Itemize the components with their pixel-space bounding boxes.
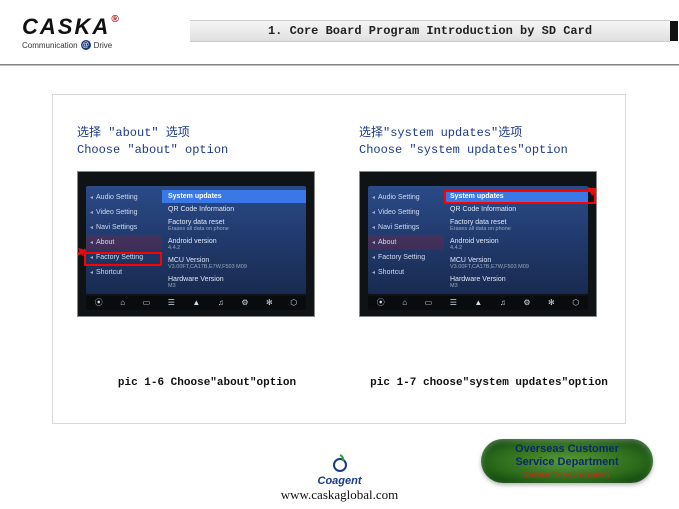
- tagline-left: Communication: [22, 41, 78, 50]
- sidebar-item: About: [86, 235, 162, 250]
- instr-en: Choose "system updates"option: [359, 142, 619, 159]
- screenshot-left: Audio SettingVideo SettingNavi SettingsA…: [77, 171, 315, 317]
- dock-icon: ♫: [500, 298, 506, 307]
- header: CASKA® Communication @ Drive 1. Core Boa…: [0, 0, 679, 54]
- device-main: System updatesQR Code InformationFactory…: [444, 186, 588, 294]
- device-main: System updatesQR Code InformationFactory…: [162, 186, 306, 294]
- caption-right: pic 1-7 choose"system updates"option: [359, 377, 619, 389]
- badge-line1a: Overseas Customer: [515, 443, 619, 455]
- sidebar-item: Factory Setting: [86, 250, 162, 265]
- page-title: 1. Core Board Program Introduction by SD…: [190, 20, 670, 42]
- sidebar-item: Video Setting: [86, 205, 162, 220]
- dock-icon: ▲: [474, 298, 482, 307]
- dock-icon: ⦿: [95, 297, 103, 308]
- sidebar-item: About: [368, 235, 444, 250]
- sidebar-item: Factory Setting: [368, 250, 444, 265]
- logo-reg: ®: [111, 14, 120, 25]
- main-item: System updates: [444, 190, 588, 203]
- logo-tagline: Communication @ Drive: [22, 40, 112, 50]
- dock-icon: ⌂: [120, 298, 125, 307]
- main-item: MCU VersionV3.00FT,CA17B,E7W,F503 M09: [162, 254, 306, 273]
- dock-icon: ⦿: [377, 297, 385, 308]
- dock-icon: ▭: [143, 298, 151, 307]
- dock-icon: ⚙: [241, 298, 248, 307]
- device-dock: ⦿ ⌂ ▭ ☰ ▲ ♫ ⚙ ✻ ⬡: [86, 296, 306, 310]
- main-item: Hardware VersionM3: [162, 273, 306, 292]
- footer: Coagent www.caskaglobal.com Overseas Cus…: [0, 435, 679, 509]
- header-divider: [0, 64, 679, 66]
- main-item: Factory data resetErases all data on pho…: [444, 216, 588, 235]
- logo: CASKA® Communication @ Drive: [22, 14, 121, 50]
- badge-line2: Service for you sincerely: [523, 470, 610, 479]
- dock-icon: ⌂: [402, 298, 407, 307]
- device-dock: ⦿ ⌂ ▭ ☰ ▲ ♫ ⚙ ✻ ⬡: [368, 296, 588, 310]
- main-item: Android version4.4.2: [162, 235, 306, 254]
- main-item: QR Code Information: [444, 203, 588, 216]
- sidebar-item: Audio Setting: [368, 190, 444, 205]
- screen-inner: Audio SettingVideo SettingNavi SettingsA…: [86, 186, 306, 294]
- instr-en: Choose "about" option: [77, 142, 337, 159]
- coagent-logo: Coagent: [318, 453, 362, 487]
- sidebar-item: Video Setting: [368, 205, 444, 220]
- dock-icon: ⚙: [523, 298, 530, 307]
- dock-icon: ▲: [192, 298, 200, 307]
- instruction-left: 选择 "about" 选项 Choose "about" option: [77, 125, 337, 159]
- main-item: Factory data resetErases all data on pho…: [162, 216, 306, 235]
- content-frame: 选择 "about" 选项 Choose "about" option Audi…: [52, 94, 626, 424]
- footer-url: www.caskaglobal.com: [281, 487, 399, 503]
- dock-icon: ♫: [218, 298, 224, 307]
- panel-left: 选择 "about" 选项 Choose "about" option Audi…: [77, 125, 337, 317]
- dock-icon: ⬡: [290, 298, 297, 307]
- main-item: QR Code Information: [162, 203, 306, 216]
- dock-icon: ⬡: [572, 298, 579, 307]
- device-sidebar: Audio SettingVideo SettingNavi SettingsA…: [86, 186, 162, 294]
- instr-cn: 选择"system updates"选项: [359, 125, 619, 142]
- main-item: MCU VersionV3.00FT,CA17B,E7W,F503 M09: [444, 254, 588, 273]
- coagent-text: Coagent: [318, 475, 362, 487]
- main-item: Hardware VersionM3: [444, 273, 588, 292]
- badge-line1b: Service Department: [515, 456, 618, 468]
- caption-left: pic 1-6 Choose"about"option: [77, 377, 337, 389]
- sidebar-item: Navi Settings: [368, 220, 444, 235]
- sidebar-item: Audio Setting: [86, 190, 162, 205]
- at-icon: @: [81, 40, 91, 50]
- sidebar-item: Shortcut: [368, 265, 444, 280]
- dock-icon: ✻: [548, 298, 555, 307]
- main-item: System updates: [162, 190, 306, 203]
- dock-icon: ☰: [450, 298, 457, 307]
- tagline-right: Drive: [94, 41, 113, 50]
- main-item: Android version4.4.2: [444, 235, 588, 254]
- instr-cn: 选择 "about" 选项: [77, 125, 337, 142]
- dock-icon: ☰: [168, 298, 175, 307]
- sidebar-item: Shortcut: [86, 265, 162, 280]
- sidebar-item: Navi Settings: [86, 220, 162, 235]
- service-badge: Overseas Customer Service Department Ser…: [481, 439, 653, 483]
- logo-text: CASKA: [22, 14, 110, 40]
- screen-inner: Audio SettingVideo SettingNavi SettingsA…: [368, 186, 588, 294]
- dock-icon: ▭: [425, 298, 433, 307]
- panel-right: 选择"system updates"选项 Choose "system upda…: [359, 125, 619, 317]
- screenshot-right: Audio SettingVideo SettingNavi SettingsA…: [359, 171, 597, 317]
- dock-icon: ✻: [266, 298, 273, 307]
- instruction-right: 选择"system updates"选项 Choose "system upda…: [359, 125, 619, 159]
- device-sidebar: Audio SettingVideo SettingNavi SettingsA…: [368, 186, 444, 294]
- coagent-icon: [330, 453, 350, 473]
- logo-main: CASKA®: [22, 14, 121, 40]
